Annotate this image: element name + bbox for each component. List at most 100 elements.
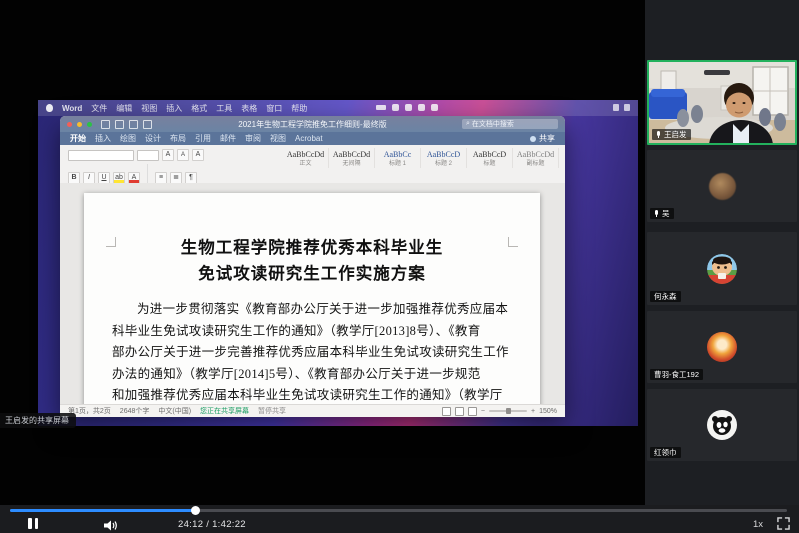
mic-icon [656, 131, 661, 139]
doc-heading: 生物工程学院推荐优秀本科毕业生 免试攻读研究生工作实施方案 [84, 235, 540, 287]
font-name-box[interactable] [68, 150, 134, 161]
participant-tile[interactable]: 曹羽-食工192 [647, 311, 797, 383]
menu-window[interactable]: 窗口 [266, 103, 282, 114]
participants-sidebar: 王启发 吴 [645, 0, 799, 505]
participant-tile[interactable]: 红领巾 [647, 389, 797, 461]
word-count[interactable]: 2648个字 [120, 406, 150, 416]
person-icon [530, 136, 536, 142]
share-button-label: 共享 [539, 133, 555, 144]
pause-share-button[interactable]: 暂停共享 [258, 406, 286, 416]
tab-draw[interactable]: 绘图 [120, 133, 136, 144]
grow-font-button[interactable]: A [162, 149, 174, 161]
document-canvas[interactable]: 生物工程学院推荐优秀本科毕业生 免试攻读研究生工作实施方案 为进一步贯彻落实《教… [60, 183, 565, 405]
menu-format[interactable]: 格式 [191, 103, 207, 114]
shrink-font-button[interactable]: A [177, 149, 189, 161]
mac-desktop: Word 文件 编辑 视图 插入 格式 工具 表格 窗口 帮助 [38, 100, 638, 426]
menu-insert[interactable]: 插入 [166, 103, 182, 114]
playback-bar: 24:12 / 1:42:22 1x [0, 505, 799, 533]
style-no-spacing[interactable]: AaBbCcDd 无间隔 [329, 148, 375, 168]
menu-word[interactable]: Word [62, 104, 82, 113]
zoom-slider[interactable] [489, 410, 527, 412]
minimize-window-button[interactable] [77, 122, 82, 127]
sharing-indicator: 您正在共享屏幕 [200, 406, 249, 416]
avatar [707, 332, 737, 362]
redo-icon[interactable] [129, 120, 138, 129]
spotlight-icon [418, 104, 425, 111]
participant-tile-video[interactable]: 王启发 [647, 60, 797, 145]
pause-button[interactable] [28, 518, 38, 529]
participant-name-tag: 王启发 [652, 129, 691, 140]
web-layout-icon[interactable] [468, 407, 477, 416]
search-input[interactable]: ⌕ 在文档中搜索 [462, 119, 558, 129]
notification-icon [613, 104, 619, 111]
participant-name-tag: 曹羽-食工192 [650, 369, 703, 380]
tab-references[interactable]: 引用 [195, 133, 211, 144]
clear-format-button[interactable]: A [192, 149, 204, 161]
margin-crop-mark [508, 237, 518, 247]
zoom-in-button[interactable]: + [531, 408, 535, 415]
clock-icon [624, 104, 630, 111]
battery-icon [376, 105, 386, 110]
word-titlebar: 2021年生物工程学院推免工作细则-最终版 ⌕ 在文档中搜索 [60, 116, 565, 132]
print-icon[interactable] [143, 120, 152, 129]
language-status[interactable]: 中文(中国) [158, 406, 191, 416]
participant-name-tag: 何永森 [650, 291, 681, 302]
ribbon: A A A B I U ab A ≡ ≣ [60, 145, 565, 184]
menu-tools[interactable]: 工具 [216, 103, 232, 114]
zoom-out-button[interactable]: − [481, 408, 485, 415]
volume-button[interactable] [104, 518, 118, 533]
tab-home[interactable]: 开始 [70, 133, 86, 144]
style-gallery: AaBbCcDd 正文 AaBbCcDd 无间隔 AaBbCc 标题 1 A [283, 148, 559, 168]
style-heading2[interactable]: AaBbCcD 标题 2 [421, 148, 467, 168]
participant-tile[interactable]: 何永森 [647, 232, 797, 305]
save-icon[interactable] [101, 120, 110, 129]
shared-screen-label: 王启发的共享屏幕 [0, 413, 76, 428]
margin-crop-mark [106, 237, 116, 247]
progress-knob[interactable] [191, 506, 200, 515]
tab-view[interactable]: 视图 [270, 133, 286, 144]
playback-time: 24:12 / 1:42:22 [178, 519, 246, 530]
word-window: 2021年生物工程学院推免工作细则-最终版 ⌕ 在文档中搜索 开始 插入 绘图 … [60, 116, 565, 417]
tab-insert[interactable]: 插入 [95, 133, 111, 144]
progress-bar[interactable] [10, 509, 787, 512]
fullscreen-button[interactable] [777, 517, 790, 533]
menu-file[interactable]: 文件 [91, 103, 107, 114]
share-document-button[interactable]: 共享 [530, 133, 555, 144]
print-layout-icon[interactable] [455, 407, 464, 416]
search-icon: ⌕ [466, 120, 470, 128]
menu-help[interactable]: 帮助 [291, 103, 307, 114]
participant-tile[interactable]: 吴 [647, 150, 797, 222]
tab-layout[interactable]: 布局 [170, 133, 186, 144]
tab-mailings[interactable]: 邮件 [220, 133, 236, 144]
fullscreen-icon [777, 517, 790, 530]
avatar [707, 254, 737, 284]
tab-design[interactable]: 设计 [145, 133, 161, 144]
mic-icon [654, 210, 659, 218]
ribbon-tab-bar: 开始 插入 绘图 设计 布局 引用 邮件 审阅 视图 Acrobat 共享 [60, 132, 565, 145]
apple-menu-icon[interactable] [46, 104, 53, 112]
document-page[interactable]: 生物工程学院推荐优秀本科毕业生 免试攻读研究生工作实施方案 为进一步贯彻落实《教… [84, 193, 540, 405]
close-window-button[interactable] [67, 122, 72, 127]
playback-speed-button[interactable]: 1x [753, 519, 763, 530]
menubar-status-icons [376, 104, 438, 111]
font-size-box[interactable] [137, 150, 159, 161]
style-normal[interactable]: AaBbCcDd 正文 [283, 148, 329, 168]
tab-acrobat[interactable]: Acrobat [295, 134, 323, 143]
input-method-icon [405, 104, 412, 111]
progress-fill [10, 509, 195, 512]
zoom-window-button[interactable] [87, 122, 92, 127]
style-title[interactable]: AaBbCcD 标题 [467, 148, 513, 168]
style-heading1[interactable]: AaBbCc 标题 1 [375, 148, 421, 168]
tab-review[interactable]: 审阅 [245, 133, 261, 144]
undo-icon[interactable] [115, 120, 124, 129]
wifi-icon [392, 104, 399, 111]
menu-edit[interactable]: 编辑 [116, 103, 132, 114]
read-mode-icon[interactable] [442, 407, 451, 416]
zoom-level[interactable]: 150% [539, 408, 557, 415]
style-subtitle[interactable]: AaBbCcDd 副标题 [513, 148, 559, 168]
avatar [707, 410, 737, 440]
menu-view[interactable]: 视图 [141, 103, 157, 114]
menu-table[interactable]: 表格 [241, 103, 257, 114]
panda-logo-icon [710, 413, 734, 437]
avatar [709, 173, 736, 200]
